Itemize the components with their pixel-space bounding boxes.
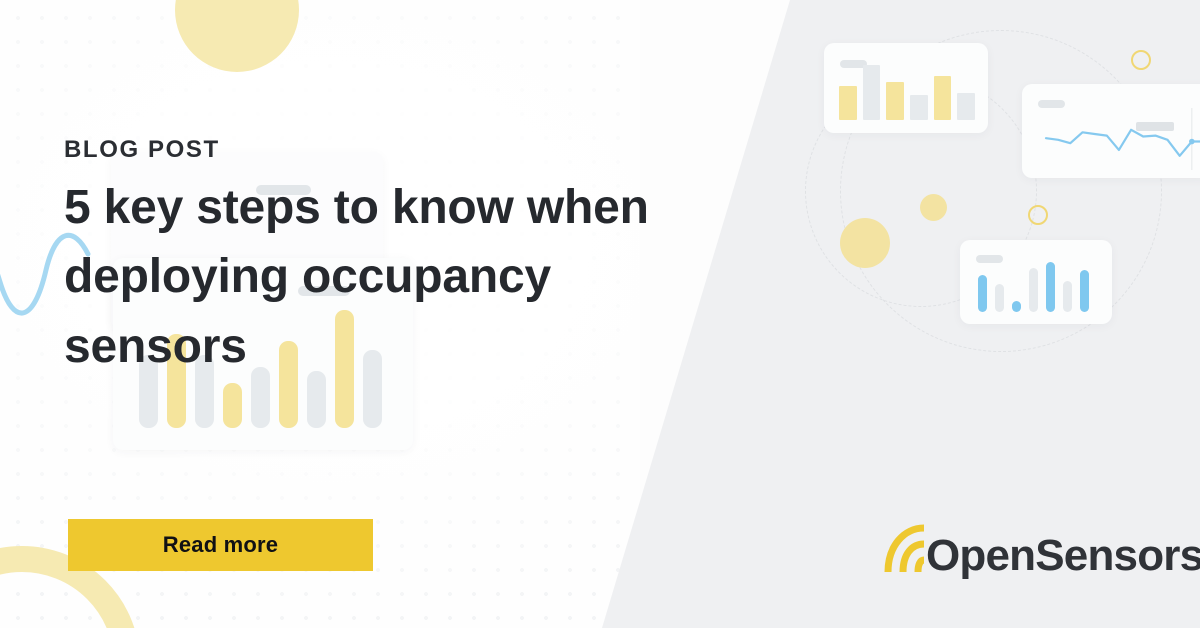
yellow-dot-large-decor (840, 218, 890, 268)
line-marker-dot (1189, 138, 1195, 145)
chart-bar (839, 85, 857, 120)
line-chart-graphic (1044, 108, 1200, 170)
chart-bar (223, 383, 242, 428)
chart-bar (957, 92, 976, 120)
chart-bar (862, 65, 881, 120)
page-title: 5 key steps to know when deploying occup… (64, 180, 649, 373)
yellow-ring-mid-decor (1028, 205, 1048, 225)
banner-canvas: BLOG POST 5 key steps to know when deplo… (0, 0, 1200, 628)
headline-block: BLOG POST 5 key steps to know when deplo… (64, 136, 764, 382)
bar-chart-bottom-right (978, 262, 1098, 312)
logo-wordmark: OpenSensors (926, 531, 1200, 580)
signal-waves-icon (884, 524, 925, 573)
chart-card-top-right (824, 43, 988, 133)
chart-bar (1063, 281, 1072, 312)
chart-bar (995, 284, 1004, 312)
chart-card-line (1022, 84, 1200, 178)
opensensors-logo[interactable]: OpenSensors (878, 500, 1200, 580)
chart-bar (933, 76, 952, 120)
chart-bar (886, 81, 905, 120)
chart-bar (978, 275, 987, 312)
chart-bar (910, 94, 928, 120)
chart-bar (1046, 262, 1055, 312)
eyebrow-label: BLOG POST (64, 136, 220, 163)
yellow-ring-top-decor (1131, 50, 1151, 70)
chart-tooltip-placeholder (1136, 122, 1174, 131)
yellow-dot-medium-decor (920, 194, 947, 221)
line-series-path (1044, 128, 1200, 157)
read-more-button[interactable]: Read more (68, 519, 373, 571)
bar-chart-top-right (839, 65, 976, 120)
chart-card-bottom-right (960, 240, 1112, 324)
chart-bar (1012, 301, 1021, 312)
chart-bar (1080, 270, 1089, 312)
chart-bar (1029, 268, 1038, 312)
